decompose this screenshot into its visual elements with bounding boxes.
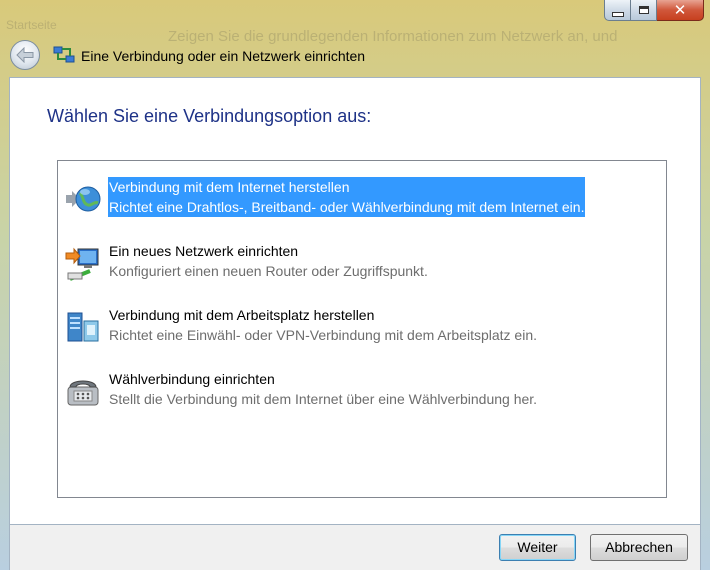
close-icon: ✕	[673, 0, 687, 19]
option-description: Richtet eine Einwähl- oder VPN-Verbindun…	[109, 327, 537, 343]
option-description: Konfiguriert einen neuen Router oder Zug…	[109, 263, 428, 279]
option-new-network-text: Ein neues Netzwerk einrichten Konfigurie…	[108, 241, 429, 281]
option-internet[interactable]: Verbindung mit dem Internet herstellen R…	[58, 175, 666, 221]
option-dialup-text: Wählverbindung einrichten Stellt die Ver…	[108, 369, 538, 409]
new-network-icon	[65, 247, 99, 281]
option-new-network[interactable]: Ein neues Netzwerk einrichten Konfigurie…	[58, 239, 666, 285]
option-workplace-text: Verbindung mit dem Arbeitsplatz herstell…	[108, 305, 538, 345]
option-description: Stellt die Verbindung mit dem Internet ü…	[109, 391, 538, 407]
dialup-phone-icon	[67, 380, 99, 406]
close-button[interactable]: ✕	[657, 0, 704, 21]
minimize-button[interactable]	[604, 0, 631, 21]
option-description: Richtet eine Drahtlos-, Breitband- oder …	[108, 197, 586, 217]
option-title: Wählverbindung einrichten	[109, 371, 275, 387]
connection-options-list: Verbindung mit dem Internet herstellen R…	[57, 160, 667, 498]
maximize-icon	[638, 6, 649, 14]
back-arrow-icon	[16, 47, 34, 63]
back-button[interactable]	[10, 40, 40, 70]
background-window-text-left: Startseite	[6, 18, 57, 32]
wizard-content: Wählen Sie eine Verbindungsoption aus: V…	[9, 77, 701, 525]
option-title: Verbindung mit dem Arbeitsplatz herstell…	[109, 307, 375, 323]
globe-internet-icon	[66, 186, 101, 212]
wizard-titlebar: Eine Verbindung oder ein Netzwerk einric…	[0, 36, 710, 76]
cancel-button[interactable]: Abbrechen	[590, 534, 688, 561]
wizard-title: Eine Verbindung oder ein Netzwerk einric…	[81, 48, 366, 64]
minimize-icon	[611, 11, 624, 17]
network-setup-icon	[53, 46, 75, 63]
option-internet-text: Verbindung mit dem Internet herstellen R…	[108, 177, 586, 217]
caption-buttons: ✕	[604, 0, 704, 22]
workplace-server-icon	[67, 312, 99, 342]
option-title: Verbindung mit dem Internet herstellen	[108, 177, 586, 197]
window-frame: Startseite Zeigen Sie die grundlegenden …	[0, 0, 710, 570]
page-heading: Wählen Sie eine Verbindungsoption aus:	[47, 106, 372, 126]
wizard-footer: Weiter Abbrechen	[9, 525, 701, 570]
maximize-button[interactable]	[631, 0, 657, 21]
next-button[interactable]: Weiter	[499, 534, 576, 561]
option-dialup[interactable]: Wählverbindung einrichten Stellt die Ver…	[58, 367, 666, 413]
option-workplace[interactable]: Verbindung mit dem Arbeitsplatz herstell…	[58, 303, 666, 349]
option-title: Ein neues Netzwerk einrichten	[109, 243, 299, 259]
